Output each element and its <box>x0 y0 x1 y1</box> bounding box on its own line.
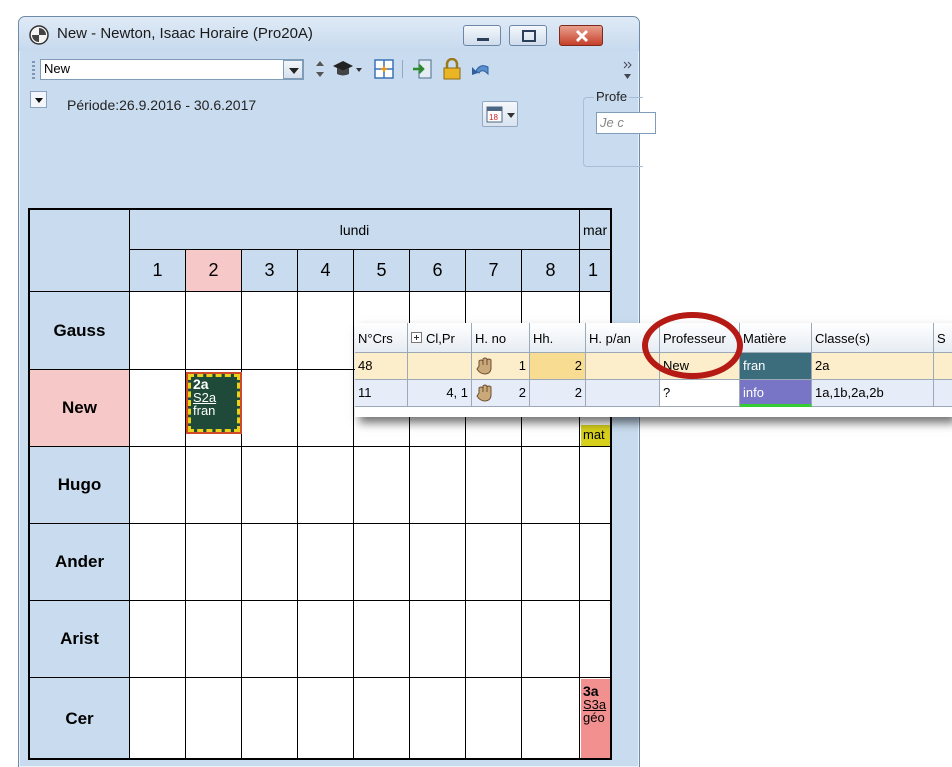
cell-h-no[interactable]: 2 <box>472 380 530 407</box>
teacher-filter-group: Profe Je c <box>583 89 656 167</box>
graduation-cap-icon[interactable] <box>332 58 364 80</box>
collapse-button[interactable] <box>30 91 47 108</box>
cell-subject[interactable]: info <box>740 380 812 407</box>
lesson-card[interactable]: mat <box>581 425 610 446</box>
hour-header-selected[interactable]: 2 <box>186 250 242 292</box>
close-button[interactable] <box>559 25 603 46</box>
spin-icon[interactable] <box>309 58 331 80</box>
hour-header[interactable]: 3 <box>242 250 298 292</box>
timetable-grid: lundi mar 1 2 3 4 5 6 7 8 1 Gauss New Hu… <box>28 208 612 760</box>
expand-icon[interactable] <box>411 332 423 344</box>
hour-header[interactable]: 1 <box>580 250 610 292</box>
combo-dropdown-button[interactable] <box>283 60 303 79</box>
col-header-classes[interactable]: Classe(s) <box>812 323 934 353</box>
period-panel: Période:26.9.2016 - 30.6.2017 18 Profe J… <box>27 87 656 211</box>
toolbar: New <box>27 53 635 83</box>
hour-header[interactable]: 7 <box>466 250 522 292</box>
grid-icon[interactable] <box>373 58 395 80</box>
hour-header[interactable]: 6 <box>410 250 466 292</box>
clock-app-icon <box>29 25 49 45</box>
cell-ncrs[interactable]: 48 <box>355 353 408 380</box>
teacher-filter-input[interactable]: Je c <box>596 112 656 134</box>
cell-s[interactable] <box>934 380 952 407</box>
row-label-teacher[interactable]: Gauss <box>30 292 130 370</box>
cell-h-no[interactable]: 1 <box>472 353 530 380</box>
drag-hand-icon[interactable] <box>475 384 495 402</box>
toolbar-overflow-icon[interactable] <box>621 58 633 82</box>
drag-hand-icon[interactable] <box>475 357 495 375</box>
calendar-day: 18 <box>489 113 498 122</box>
cell-h-no-value: 2 <box>518 385 526 400</box>
hour-header[interactable]: 1 <box>130 250 186 292</box>
cell-hh[interactable]: 2 <box>530 353 586 380</box>
lock-icon[interactable] <box>441 58 463 80</box>
cell-h-no-value: 1 <box>518 358 526 373</box>
row-label-teacher[interactable]: Cer <box>30 678 130 758</box>
maximize-icon <box>522 30 536 42</box>
calendar-button[interactable]: 18 <box>482 101 518 127</box>
hour-header[interactable]: 4 <box>298 250 354 292</box>
cell-s[interactable] <box>934 353 952 380</box>
row-label-teacher[interactable]: Ander <box>30 524 130 601</box>
calendar-icon: 18 <box>486 106 515 123</box>
col-header-h-no[interactable]: H. no <box>472 323 530 353</box>
col-header-ncrs[interactable]: N°Crs <box>355 323 408 353</box>
col-header-cl-pr[interactable]: Cl,Pr <box>408 323 472 353</box>
minimize-button[interactable] <box>463 25 501 46</box>
cell-cl-pr[interactable] <box>408 353 472 380</box>
teacher-filter-placeholder: Je c <box>600 115 624 130</box>
teacher-filter-label: Profe <box>594 89 630 104</box>
combo-value: New <box>44 61 71 76</box>
element-combo[interactable]: New <box>40 59 304 80</box>
cell-ncrs[interactable]: 11 <box>355 380 408 407</box>
minimize-icon <box>477 38 489 41</box>
day-header-monday[interactable]: lundi <box>130 210 580 250</box>
undo-icon[interactable] <box>470 58 492 80</box>
cell-subject[interactable]: fran <box>740 353 812 380</box>
toolbar-grip[interactable] <box>32 61 35 79</box>
cell-classes[interactable]: 2a <box>812 353 934 380</box>
cell-h-pan[interactable] <box>586 380 660 407</box>
maximize-button[interactable] <box>509 25 547 46</box>
toolbar-separator <box>402 60 403 78</box>
row-label-teacher-selected[interactable]: New <box>30 370 130 447</box>
col-header-subject[interactable]: Matière <box>740 323 812 353</box>
grid-corner <box>30 210 130 292</box>
lesson-card[interactable]: 3a S3a géo <box>581 679 610 758</box>
hour-header[interactable]: 8 <box>522 250 580 292</box>
row-label-teacher[interactable]: Hugo <box>30 447 130 524</box>
col-header-label: Cl,Pr <box>426 331 455 346</box>
close-icon <box>575 29 589 43</box>
cell-classes[interactable]: 1a,1b,2a,2b <box>812 380 934 407</box>
cell-teacher[interactable]: ? <box>660 380 740 407</box>
row-label-teacher[interactable]: Arist <box>30 601 130 678</box>
window-title: New - Newton, Isaac Horaire (Pro20A) <box>57 25 313 42</box>
hour-header[interactable]: 5 <box>354 250 410 292</box>
import-icon[interactable] <box>411 58 433 80</box>
cell-hh[interactable]: 2 <box>530 380 586 407</box>
chevron-down-icon <box>35 98 43 103</box>
lesson-subject: mat <box>583 427 605 442</box>
lesson-subject: géo <box>583 710 605 725</box>
period-label: Période:26.9.2016 - 30.6.2017 <box>67 97 257 113</box>
cell-cl-pr[interactable]: 4, 1 <box>408 380 472 407</box>
chevron-down-icon <box>289 68 299 74</box>
title-bar[interactable]: New - Newton, Isaac Horaire (Pro20A) <box>19 17 639 51</box>
day-header-tuesday[interactable]: mar <box>580 210 610 250</box>
lesson-card-selected[interactable]: 2a S2a fran <box>186 372 242 434</box>
col-header-hh[interactable]: Hh. <box>530 323 586 353</box>
lesson-subject: fran <box>193 403 216 418</box>
highlight-circle <box>642 312 743 379</box>
col-header-s[interactable]: S <box>934 323 952 353</box>
